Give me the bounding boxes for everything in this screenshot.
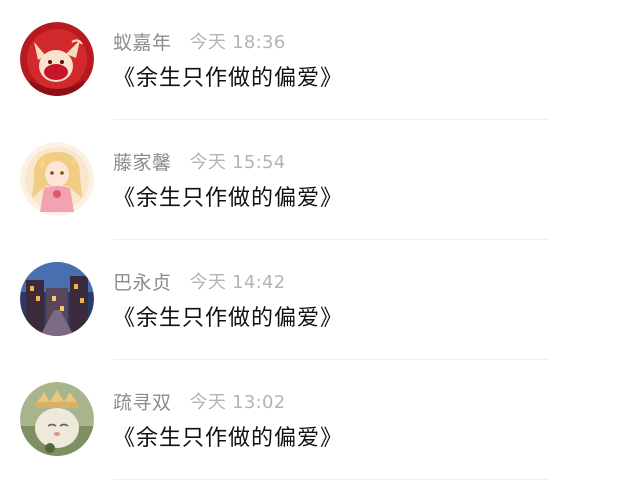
night-street-avatar-icon[interactable] bbox=[20, 262, 94, 336]
comment-text: 《余生只作做的偏爱》 bbox=[113, 186, 344, 211]
comment-item[interactable]: 蚁嘉年 今天 18:36 《余生只作做的偏爱》 bbox=[0, 0, 640, 120]
comment-item[interactable]: 疏寻双 今天 13:02 《余生只作做的偏爱》 bbox=[0, 360, 640, 480]
divider bbox=[113, 479, 548, 480]
comment-text: 《余生只作做的偏爱》 bbox=[113, 66, 344, 91]
comment-item[interactable]: 藤家馨 今天 15:54 《余生只作做的偏爱》 bbox=[0, 120, 640, 240]
cat-with-crown-avatar-icon[interactable] bbox=[20, 382, 94, 456]
username[interactable]: 疏寻双 bbox=[113, 388, 172, 415]
timestamp: 今天 14:42 bbox=[189, 272, 286, 293]
avatar-image bbox=[20, 22, 94, 96]
comment-meta: 藤家馨 今天 15:54 bbox=[113, 148, 286, 174]
comment-meta: 蚁嘉年 今天 18:36 bbox=[113, 28, 286, 54]
comment-meta: 疏寻双 今天 13:02 bbox=[113, 388, 286, 414]
comment-list: 蚁嘉年 今天 18:36 《余生只作做的偏爱》 藤家馨 今天 15:54 《余生… bbox=[0, 0, 640, 480]
comment-text: 《余生只作做的偏爱》 bbox=[113, 306, 344, 331]
golden-girl-avatar-icon[interactable] bbox=[20, 142, 94, 216]
avatar-image bbox=[20, 142, 94, 216]
red-fox-avatar-icon[interactable] bbox=[20, 22, 94, 96]
avatar-image bbox=[20, 382, 94, 456]
timestamp: 今天 18:36 bbox=[189, 32, 286, 53]
username[interactable]: 巴永贞 bbox=[113, 268, 172, 295]
comment-item[interactable]: 巴永贞 今天 14:42 《余生只作做的偏爱》 bbox=[0, 240, 640, 360]
username[interactable]: 蚁嘉年 bbox=[113, 28, 172, 55]
comment-text: 《余生只作做的偏爱》 bbox=[113, 426, 344, 451]
comment-meta: 巴永贞 今天 14:42 bbox=[113, 268, 286, 294]
timestamp: 今天 15:54 bbox=[189, 152, 286, 173]
username[interactable]: 藤家馨 bbox=[113, 148, 172, 175]
avatar-image bbox=[20, 262, 94, 336]
timestamp: 今天 13:02 bbox=[189, 392, 286, 413]
